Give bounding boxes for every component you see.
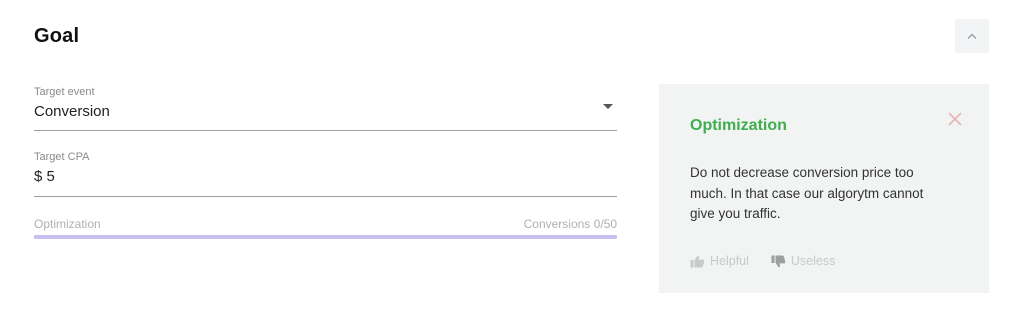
thumbs-up-icon	[690, 255, 705, 267]
useless-label: Useless	[790, 254, 836, 268]
target-event-value: Conversion	[34, 103, 110, 120]
target-cpa-underline	[34, 196, 617, 197]
target-cpa-label: Target CPA	[34, 151, 90, 163]
tip-feedback: Helpful Useless	[690, 254, 835, 268]
target-cpa-value: $ 5	[34, 168, 55, 185]
helpful-button[interactable]: Helpful	[690, 254, 749, 268]
optimization-label: Optimization	[34, 217, 101, 231]
close-icon[interactable]	[946, 110, 964, 128]
target-event-select[interactable]: Target event Conversion	[34, 86, 617, 131]
conversions-count: Conversions 0/50	[523, 217, 617, 231]
target-event-label: Target event	[34, 86, 95, 98]
target-cpa-field[interactable]: Target CPA $ 5	[34, 151, 617, 197]
tip-text: Do not decrease conversion price too muc…	[690, 165, 924, 221]
target-event-underline	[34, 130, 617, 131]
helpful-label: Helpful	[710, 254, 749, 268]
progress-bar-track	[34, 235, 617, 239]
collapse-button[interactable]	[955, 19, 989, 53]
useless-button[interactable]: Useless	[771, 254, 835, 268]
section-title: Goal	[34, 25, 80, 47]
caret-down-icon	[603, 104, 613, 109]
tip-title: Optimization	[690, 117, 787, 134]
goal-panel: Goal Target event Conversion Target CPA …	[0, 0, 1024, 321]
thumbs-down-icon	[771, 255, 786, 267]
optimization-tip-card: Optimization Do not decrease conversion …	[659, 84, 989, 293]
optimization-progress: Optimization Conversions 0/50	[34, 217, 617, 241]
chevron-up-icon	[967, 33, 977, 39]
